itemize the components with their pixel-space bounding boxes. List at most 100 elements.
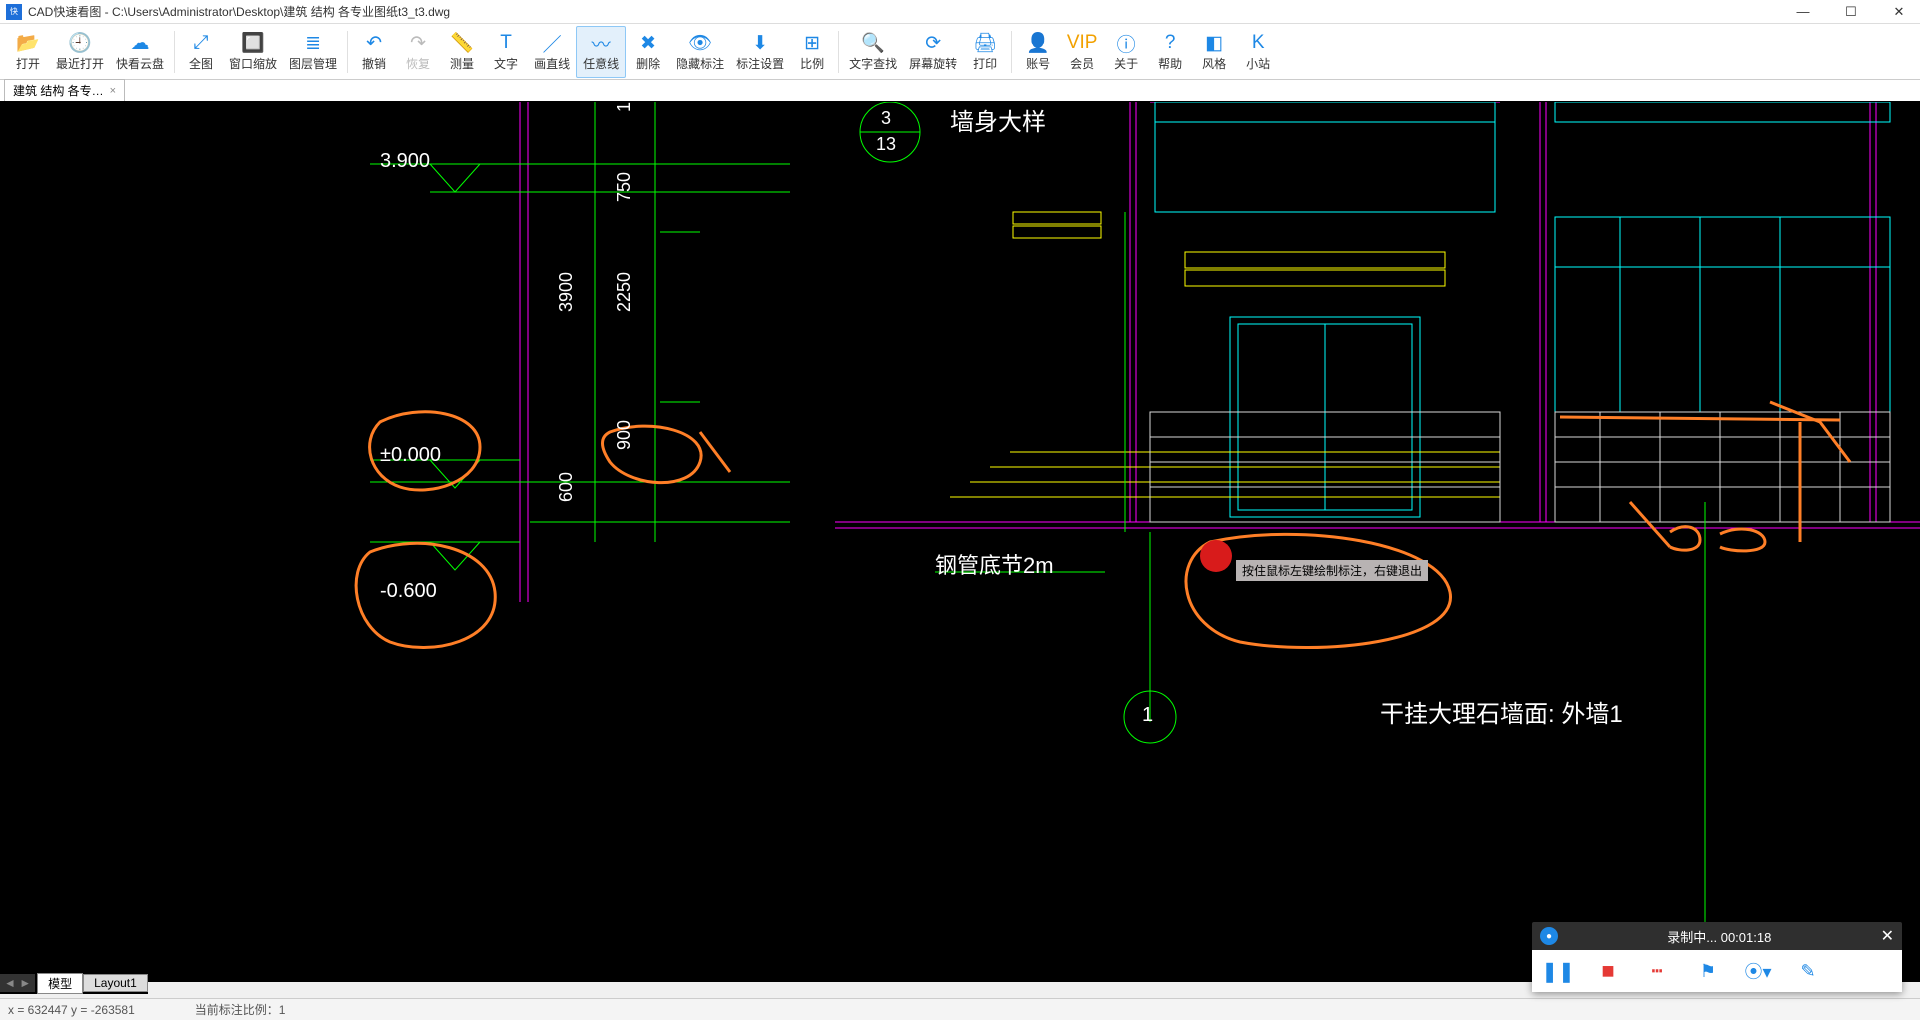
close-button[interactable]: ✕ (1884, 2, 1914, 22)
undo-icon: ↶ (366, 31, 382, 55)
hideanno-label: 隐藏标注 (676, 55, 724, 72)
about-label: 关于 (1114, 55, 1138, 72)
dim-2250: 2250 (614, 272, 635, 312)
help-button[interactable]: ?帮助 (1148, 26, 1192, 78)
delete-icon: ✖ (640, 31, 656, 55)
drawing-canvas[interactable]: 3.900 ±0.000 -0.600 1450 750 2250 3900 9… (0, 102, 1920, 982)
account-button[interactable]: 👤账号 (1016, 26, 1060, 78)
rotate-label: 屏幕旋转 (909, 55, 957, 72)
cloud-button[interactable]: ☁快看云盘 (110, 26, 170, 78)
file-tab-label: 建筑 结构 各专… (13, 82, 104, 99)
close-icon[interactable]: × (110, 85, 116, 97)
print-label: 打印 (973, 55, 997, 72)
measure-button[interactable]: 📏测量 (440, 26, 484, 78)
full-label: 全图 (189, 55, 213, 72)
scale-icon: ⊞ (804, 31, 820, 55)
vip-button[interactable]: VIP会员 (1060, 26, 1104, 78)
minimize-button[interactable]: — (1788, 2, 1818, 22)
site-button[interactable]: K小站 (1236, 26, 1280, 78)
open-icon: 📂 (16, 31, 40, 55)
cursor-indicator (1200, 540, 1232, 572)
dim-750: 750 (614, 172, 635, 202)
recorder-header[interactable]: ● 录制中... 00:01:18 ✕ (1532, 922, 1902, 950)
redo-icon: ↷ (410, 31, 426, 55)
annoset-button[interactable]: ⬇标注设置 (730, 26, 790, 78)
undo-button[interactable]: ↶撤销 (352, 26, 396, 78)
tab-nav-arrows[interactable]: ◄ ► (0, 974, 35, 992)
zoomwin-button[interactable]: 🔲窗口缩放 (223, 26, 283, 78)
stop-button[interactable]: ■ (1594, 957, 1622, 985)
full-icon: ⤢ (193, 31, 208, 55)
note-pipe: 钢管底节2m (935, 548, 1054, 580)
file-tab[interactable]: 建筑 结构 各专… × (4, 79, 125, 101)
text-label: 文字 (494, 55, 518, 72)
level-3900: 3.900 (380, 150, 430, 173)
recorder-status: 录制中... 00:01:18 (1566, 927, 1873, 946)
scale-button[interactable]: ⊞比例 (790, 26, 834, 78)
vip-icon: VIP (1067, 31, 1098, 55)
titlebar: 快 CAD快速看图 - C:\Users\Administrator\Deskt… (0, 0, 1920, 24)
level-0000: ±0.000 (380, 444, 441, 467)
scale-label: 比例 (800, 55, 824, 72)
callout-top: 3 (881, 108, 891, 129)
style-button[interactable]: ◧风格 (1192, 26, 1236, 78)
measure-icon: 📏 (450, 31, 474, 55)
more-button[interactable]: ┅ (1644, 957, 1672, 985)
text-button[interactable]: T文字 (484, 26, 528, 78)
delete-button[interactable]: ✖删除 (626, 26, 670, 78)
tab-layout1[interactable]: Layout1 (83, 974, 148, 992)
findtext-button[interactable]: 🔍文字查找 (843, 26, 903, 78)
open-button[interactable]: 📂打开 (6, 26, 50, 78)
app-icon: 快 (6, 4, 22, 20)
recorder-close-button[interactable]: ✕ (1881, 926, 1894, 946)
line-label: 画直线 (534, 55, 570, 72)
dim-900: 900 (614, 420, 635, 450)
window-title: CAD快速看图 - C:\Users\Administrator\Desktop… (28, 3, 1788, 20)
dim-3900: 3900 (556, 272, 577, 312)
marker-button[interactable]: ⚑ (1694, 957, 1722, 985)
hideanno-icon: 👁 (688, 31, 712, 55)
annotate-button[interactable]: ✎ (1794, 957, 1822, 985)
freeline-icon: 〰 (592, 31, 611, 55)
help-icon: ? (1165, 31, 1176, 55)
layers-label: 图层管理 (289, 55, 337, 72)
account-label: 账号 (1026, 55, 1050, 72)
maximize-button[interactable]: ☐ (1836, 2, 1866, 22)
redo-button[interactable]: ↷恢复 (396, 26, 440, 78)
layers-icon: ≣ (305, 31, 321, 55)
cad-drawing (0, 102, 1920, 982)
style-label: 风格 (1202, 55, 1226, 72)
full-button[interactable]: ⤢全图 (179, 26, 223, 78)
tab-model[interactable]: 模型 (37, 973, 83, 994)
annoset-icon: ⬇ (752, 31, 768, 55)
screen-recorder[interactable]: ● 录制中... 00:01:18 ✕ ❚❚ ■ ┅ ⚑ ⦿▾ ✎ (1532, 922, 1902, 992)
file-tabbar: 建筑 结构 各专… × (0, 80, 1920, 102)
findtext-icon: 🔍 (861, 31, 885, 55)
undo-label: 撤销 (362, 55, 386, 72)
pause-button[interactable]: ❚❚ (1544, 957, 1572, 985)
cloud-label: 快看云盘 (116, 55, 164, 72)
help-label: 帮助 (1158, 55, 1182, 72)
recorder-controls: ❚❚ ■ ┅ ⚑ ⦿▾ ✎ (1532, 950, 1902, 992)
site-label: 小站 (1246, 55, 1270, 72)
print-button[interactable]: 🖨打印 (963, 26, 1007, 78)
vip-label: 会员 (1070, 55, 1094, 72)
cloud-icon: ☁ (131, 31, 150, 55)
print-icon: 🖨 (973, 31, 997, 55)
layout-tabs: ◄ ► 模型 Layout1 (0, 972, 148, 994)
redo-label: 恢复 (406, 55, 430, 72)
dim-1450: 1450 (614, 102, 635, 112)
level-m0600: -0.600 (380, 580, 437, 603)
line-icon: ／ (543, 31, 562, 55)
recent-button[interactable]: 🕘最近打开 (50, 26, 110, 78)
rotate-button[interactable]: ⟳屏幕旋转 (903, 26, 963, 78)
about-button[interactable]: ⓘ关于 (1104, 26, 1148, 78)
freeline-button[interactable]: 〰任意线 (576, 26, 626, 78)
line-button[interactable]: ／画直线 (528, 26, 576, 78)
main-toolbar: 📂打开🕘最近打开☁快看云盘⤢全图🔲窗口缩放≣图层管理↶撤销↷恢复📏测量T文字／画… (0, 24, 1920, 80)
findtext-label: 文字查找 (849, 55, 897, 72)
webcam-button[interactable]: ⦿▾ (1744, 957, 1772, 985)
hideanno-button[interactable]: 👁隐藏标注 (670, 26, 730, 78)
layers-button[interactable]: ≣图层管理 (283, 26, 343, 78)
freeline-label: 任意线 (583, 55, 619, 72)
